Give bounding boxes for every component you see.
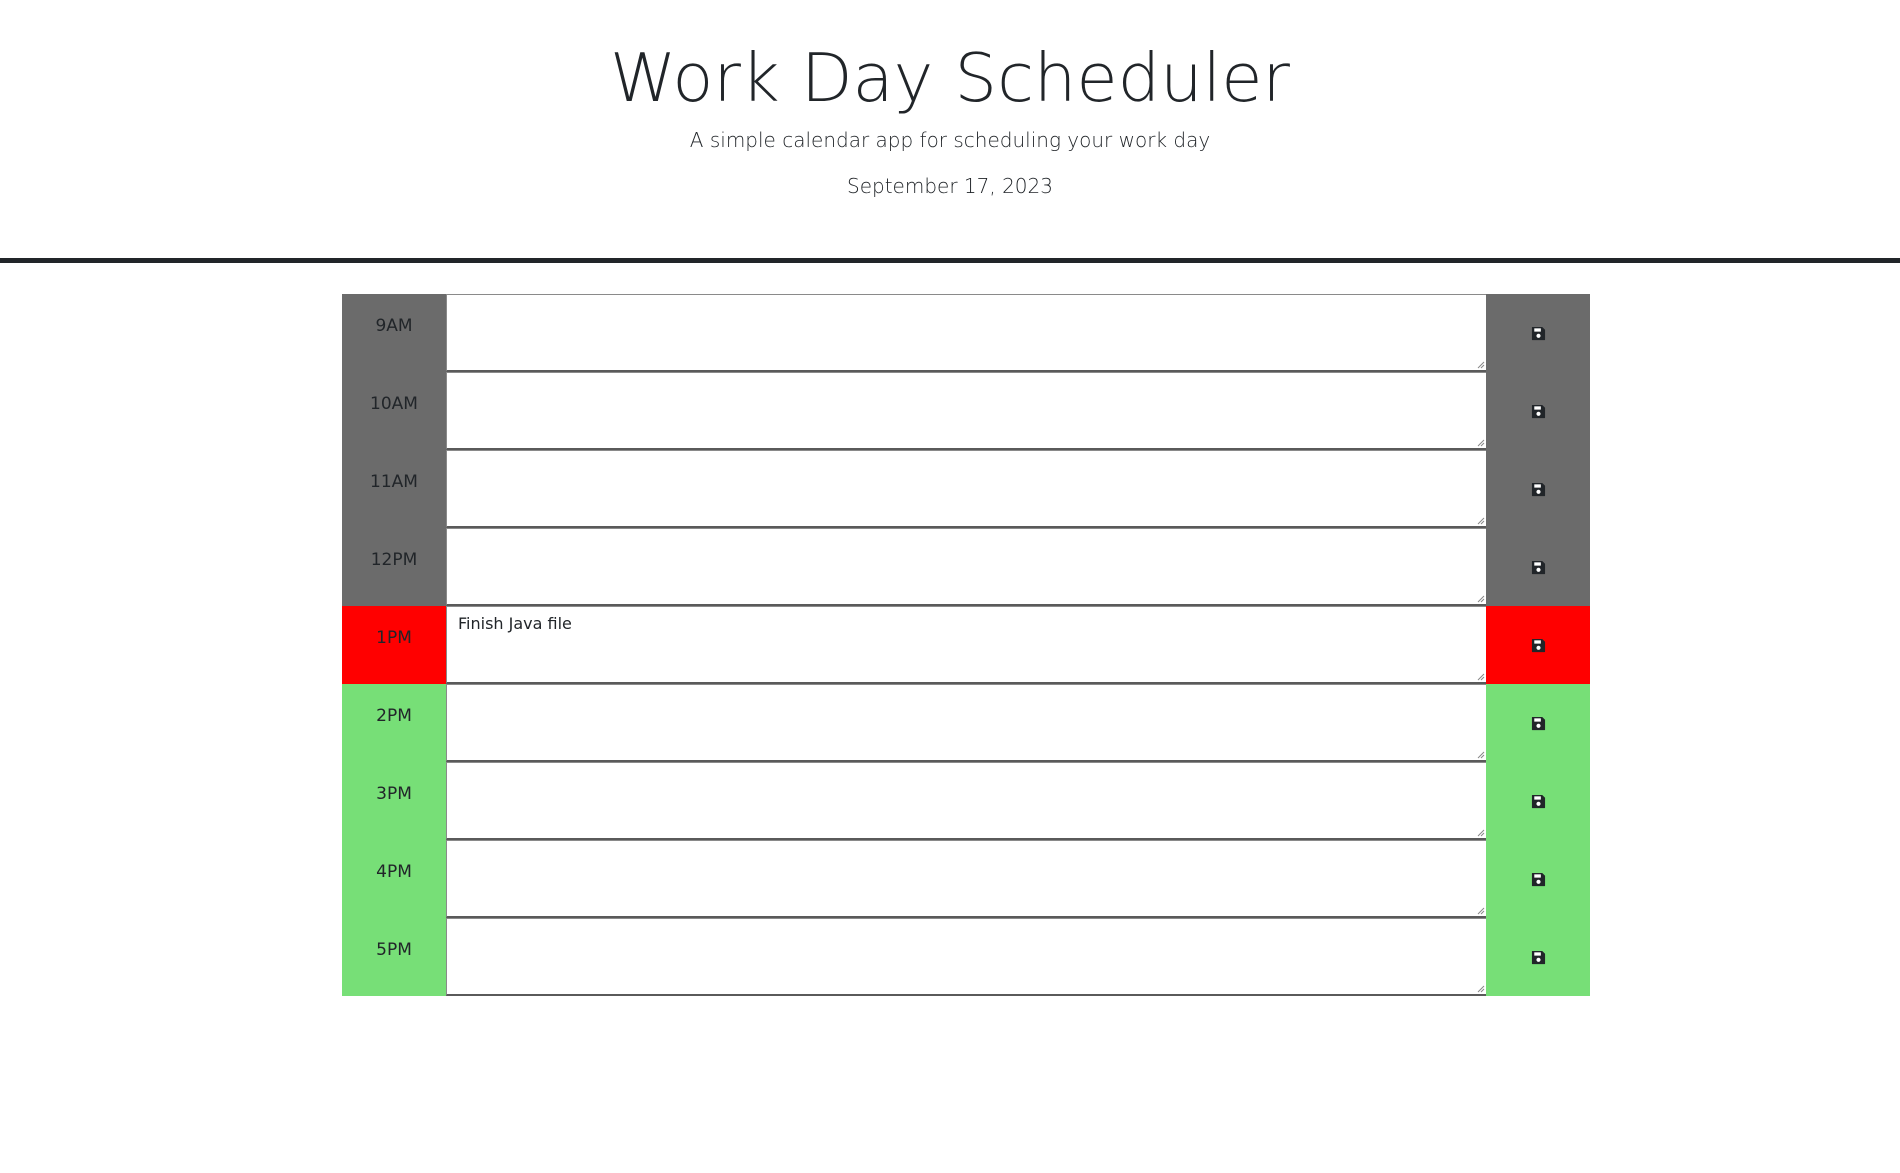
save-button[interactable] — [1486, 918, 1590, 996]
floppy-disk-icon — [1531, 560, 1545, 574]
save-button[interactable] — [1486, 684, 1590, 762]
floppy-disk-icon — [1531, 482, 1545, 496]
hour-label: 11AM — [370, 472, 418, 492]
resize-grip-icon[interactable] — [1476, 984, 1485, 993]
hour-label: 1PM — [376, 628, 412, 648]
floppy-disk-icon — [1531, 404, 1545, 418]
time-block-12pm: 12PM — [342, 528, 1590, 606]
time-block-11am: 11AM — [342, 450, 1590, 528]
save-button[interactable] — [1486, 762, 1590, 840]
hour-label: 12PM — [370, 550, 418, 570]
scheduler: 9AM 10AM 11AM 12PM 1PM Finish Java file … — [342, 294, 1590, 996]
event-textarea[interactable] — [446, 294, 1486, 372]
event-textarea[interactable] — [446, 528, 1486, 606]
save-button[interactable] — [1486, 840, 1590, 918]
event-textarea[interactable] — [446, 762, 1486, 840]
page-header: Work Day Scheduler A simple calendar app… — [0, 0, 1900, 263]
time-block-5pm: 5PM — [342, 918, 1590, 996]
resize-grip-icon[interactable] — [1476, 360, 1485, 369]
floppy-disk-icon — [1531, 794, 1545, 808]
time-block-9am: 9AM — [342, 294, 1590, 372]
save-button[interactable] — [1486, 528, 1590, 606]
save-button[interactable] — [1486, 606, 1590, 684]
page-title: Work Day Scheduler — [610, 39, 1290, 117]
floppy-disk-icon — [1531, 872, 1545, 886]
page-subtitle: A simple calendar app for scheduling you… — [689, 128, 1211, 152]
hour-label: 3PM — [376, 784, 412, 804]
save-button[interactable] — [1486, 450, 1590, 528]
event-textarea[interactable] — [446, 372, 1486, 450]
resize-grip-icon[interactable] — [1476, 438, 1485, 447]
event-text: Finish Java file — [458, 614, 572, 633]
resize-grip-icon[interactable] — [1476, 594, 1485, 603]
resize-grip-icon[interactable] — [1476, 906, 1485, 915]
time-block-10am: 10AM — [342, 372, 1590, 450]
hour-label: 9AM — [375, 316, 413, 336]
resize-grip-icon[interactable] — [1476, 516, 1485, 525]
save-button[interactable] — [1486, 294, 1590, 372]
resize-grip-icon[interactable] — [1476, 750, 1485, 759]
resize-grip-icon[interactable] — [1476, 828, 1485, 837]
floppy-disk-icon — [1531, 950, 1545, 964]
time-block-2pm: 2PM — [342, 684, 1590, 762]
time-block-3pm: 3PM — [342, 762, 1590, 840]
hour-label: 5PM — [376, 940, 412, 960]
time-block-4pm: 4PM — [342, 840, 1590, 918]
event-textarea[interactable] — [446, 450, 1486, 528]
floppy-disk-icon — [1531, 638, 1545, 652]
current-date: September 17, 2023 — [847, 174, 1053, 198]
event-textarea[interactable] — [446, 918, 1486, 996]
resize-grip-icon[interactable] — [1476, 672, 1485, 681]
time-block-1pm: 1PM Finish Java file — [342, 606, 1590, 684]
hour-label: 2PM — [376, 706, 412, 726]
event-textarea[interactable]: Finish Java file — [446, 606, 1486, 684]
floppy-disk-icon — [1531, 326, 1545, 340]
floppy-disk-icon — [1531, 716, 1545, 730]
event-textarea[interactable] — [446, 840, 1486, 918]
event-textarea[interactable] — [446, 684, 1486, 762]
hour-label: 10AM — [370, 394, 418, 414]
save-button[interactable] — [1486, 372, 1590, 450]
hour-label: 4PM — [376, 862, 412, 882]
